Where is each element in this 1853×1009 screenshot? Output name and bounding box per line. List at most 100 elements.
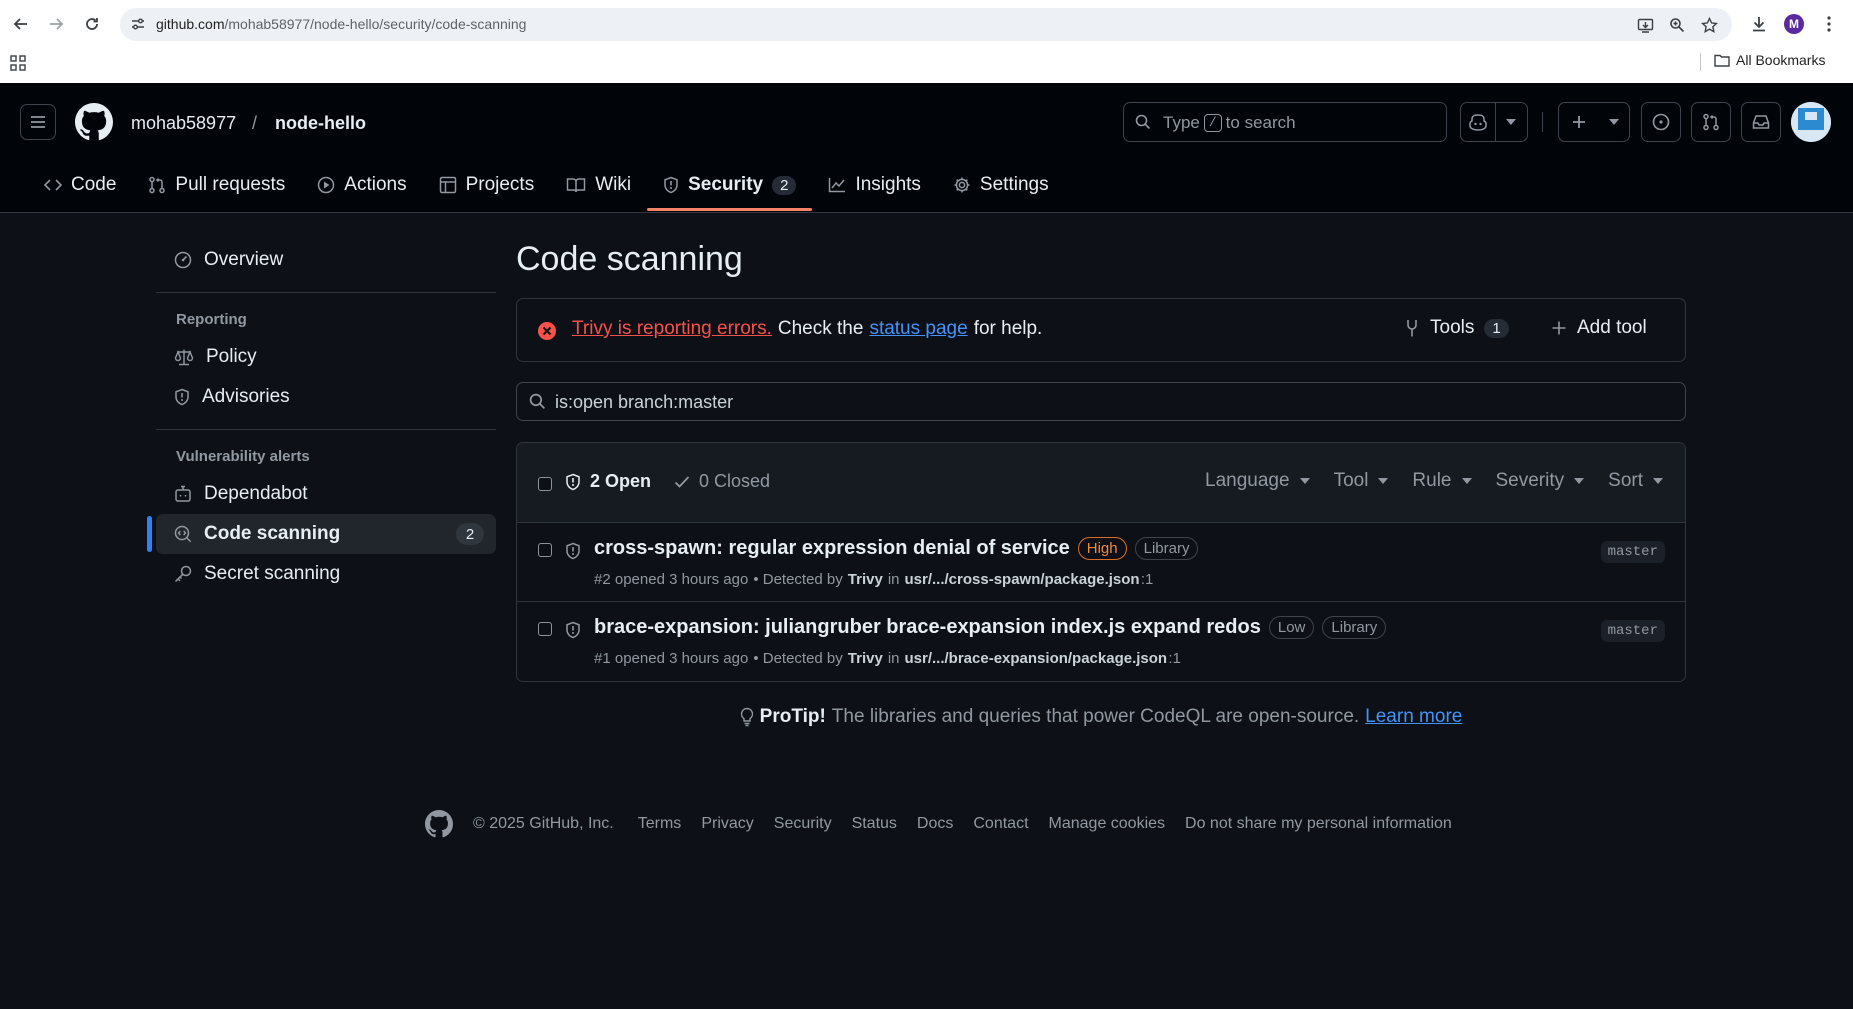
- git-pull-request-icon: [149, 176, 166, 194]
- sidebar-item-label: Secret scanning: [204, 563, 341, 584]
- tab-insights[interactable]: Insights: [812, 161, 936, 209]
- sidebar-divider: [156, 429, 496, 430]
- create-dropdown-icon[interactable]: [1599, 103, 1629, 141]
- code-scanning-counter: 2: [456, 523, 484, 545]
- learn-more-link[interactable]: Learn more: [1365, 706, 1462, 728]
- check-icon: [674, 475, 690, 488]
- alert-title-row: cross-spawn: regular expression denial o…: [594, 537, 1199, 560]
- copilot-dropdown-icon[interactable]: [1495, 103, 1527, 141]
- all-bookmarks-label: All Bookmarks: [1736, 52, 1826, 68]
- severity-dropdown[interactable]: Severity: [1496, 470, 1585, 492]
- bookmark-star-icon[interactable]: [1699, 15, 1719, 35]
- github-mark-icon[interactable]: [425, 810, 453, 838]
- tab-projects[interactable]: Projects: [423, 161, 551, 209]
- security-alert-counter: 2: [772, 175, 797, 195]
- all-bookmarks-button[interactable]: All Bookmarks: [1714, 52, 1825, 68]
- inbox-button[interactable]: [1741, 102, 1781, 142]
- open-alerts-filter[interactable]: 2 Open: [565, 471, 651, 492]
- tool-error-link[interactable]: Trivy is reporting errors.: [572, 318, 772, 340]
- tab-code[interactable]: Code: [28, 161, 132, 209]
- tab-label: Security: [688, 174, 764, 195]
- table-icon: [439, 176, 456, 194]
- triangle-down-icon: [1574, 478, 1585, 484]
- sidebar-item-policy[interactable]: Policy: [156, 337, 496, 377]
- alert-title-link[interactable]: cross-spawn: regular expression denial o…: [594, 537, 1070, 560]
- graph-icon: [829, 178, 846, 193]
- footer-link-contact[interactable]: Contact: [973, 815, 1028, 833]
- footer-link-do-not-share[interactable]: Do not share my personal information: [1185, 815, 1452, 833]
- sidebar-heading-vulnerability-alerts: Vulnerability alerts: [176, 448, 310, 465]
- url-text: github.com/mohab58977/node-hello/securit…: [156, 16, 526, 32]
- alert-file-path[interactable]: usr/.../cross-spawn/package.json: [905, 571, 1140, 588]
- alert-number-opened: #2 opened 3 hours ago: [594, 571, 749, 588]
- tools-button[interactable]: Tools 1: [1404, 317, 1509, 339]
- tab-wiki[interactable]: Wiki: [550, 161, 647, 209]
- sidebar-item-advisories[interactable]: Advisories: [156, 377, 496, 417]
- tab-security[interactable]: Security 2: [647, 161, 813, 211]
- key-icon: [174, 565, 192, 583]
- sidebar-item-code-scanning[interactable]: Code scanning 2: [147, 514, 496, 554]
- alert-title-link[interactable]: brace-expansion: juliangruber brace-expa…: [594, 616, 1261, 639]
- alerts-filter-input[interactable]: [555, 389, 1655, 415]
- user-avatar[interactable]: [1791, 102, 1831, 142]
- footer-link-docs[interactable]: Docs: [917, 815, 953, 833]
- copilot-icon[interactable]: [1461, 103, 1495, 141]
- footer-link-security[interactable]: Security: [774, 815, 832, 833]
- severity-label: High: [1077, 537, 1127, 560]
- tab-actions[interactable]: Actions: [301, 161, 422, 209]
- footer-link-manage-cookies[interactable]: Manage cookies: [1049, 815, 1166, 833]
- plus-icon: [1552, 321, 1566, 335]
- search-icon: [1135, 114, 1151, 130]
- forward-button[interactable]: [43, 11, 69, 37]
- issues-button[interactable]: [1641, 102, 1681, 142]
- select-all-checkbox[interactable]: [538, 477, 552, 491]
- closed-alerts-filter[interactable]: 0 Closed: [674, 471, 770, 492]
- global-nav-menu-button[interactable]: [20, 104, 56, 140]
- downloads-icon[interactable]: [1746, 11, 1772, 37]
- alerts-list: 2 Open 0 Closed Language Tool Rule Sever…: [516, 442, 1686, 682]
- alert-row: cross-spawn: regular expression denial o…: [517, 523, 1685, 602]
- hamburger-icon: [31, 116, 45, 128]
- repo-owner-link[interactable]: mohab58977: [131, 113, 236, 134]
- tab-settings[interactable]: Settings: [937, 161, 1065, 209]
- shield-icon: [566, 621, 580, 639]
- reload-button[interactable]: [79, 11, 105, 37]
- alert-checkbox[interactable]: [538, 543, 552, 557]
- site-settings-icon[interactable]: [130, 16, 146, 32]
- rule-dropdown[interactable]: Rule: [1412, 470, 1472, 492]
- install-app-icon[interactable]: [1635, 15, 1655, 35]
- global-search-input[interactable]: Type / to search: [1123, 102, 1447, 142]
- status-page-link[interactable]: status page: [869, 318, 967, 340]
- plus-icon[interactable]: [1559, 103, 1599, 141]
- add-tool-button[interactable]: Add tool: [1551, 317, 1647, 339]
- create-new-button[interactable]: [1558, 102, 1630, 142]
- alert-checkbox[interactable]: [538, 622, 552, 636]
- pull-requests-button[interactable]: [1691, 102, 1731, 142]
- copilot-button[interactable]: [1460, 102, 1528, 142]
- apps-grid-icon[interactable]: [10, 50, 26, 76]
- sidebar-item-secret-scanning[interactable]: Secret scanning: [156, 554, 496, 594]
- repo-path-separator: /: [252, 113, 258, 133]
- github-logo-icon[interactable]: [75, 103, 113, 141]
- security-sidebar: Overview Reporting Policy Advisories Vul…: [147, 240, 496, 594]
- url-host: github.com: [156, 16, 225, 32]
- tool-dropdown[interactable]: Tool: [1334, 470, 1389, 492]
- zoom-icon[interactable]: [1667, 15, 1687, 35]
- repo-name-link[interactable]: node-hello: [275, 113, 366, 134]
- language-dropdown[interactable]: Language: [1205, 470, 1310, 492]
- alert-file-path[interactable]: usr/.../brace-expansion/package.json: [905, 650, 1168, 667]
- footer-link-terms[interactable]: Terms: [638, 815, 682, 833]
- sort-dropdown[interactable]: Sort: [1608, 470, 1663, 492]
- alert-row: brace-expansion: juliangruber brace-expa…: [517, 602, 1685, 681]
- address-bar[interactable]: github.com/mohab58977/node-hello/securit…: [120, 8, 1732, 41]
- back-button[interactable]: [8, 11, 34, 37]
- tab-pull-requests[interactable]: Pull requests: [132, 161, 301, 209]
- sidebar-item-dependabot[interactable]: Dependabot: [156, 474, 496, 514]
- sidebar-item-overview[interactable]: Overview: [156, 240, 496, 280]
- alerts-filter-dropdowns: Language Tool Rule Severity Sort: [1205, 470, 1663, 492]
- chrome-menu-icon[interactable]: [1816, 11, 1842, 37]
- footer-link-status[interactable]: Status: [852, 815, 897, 833]
- footer-link-privacy[interactable]: Privacy: [701, 815, 753, 833]
- banner-help-text: for help.: [973, 318, 1043, 339]
- profile-button[interactable]: M: [1781, 11, 1807, 37]
